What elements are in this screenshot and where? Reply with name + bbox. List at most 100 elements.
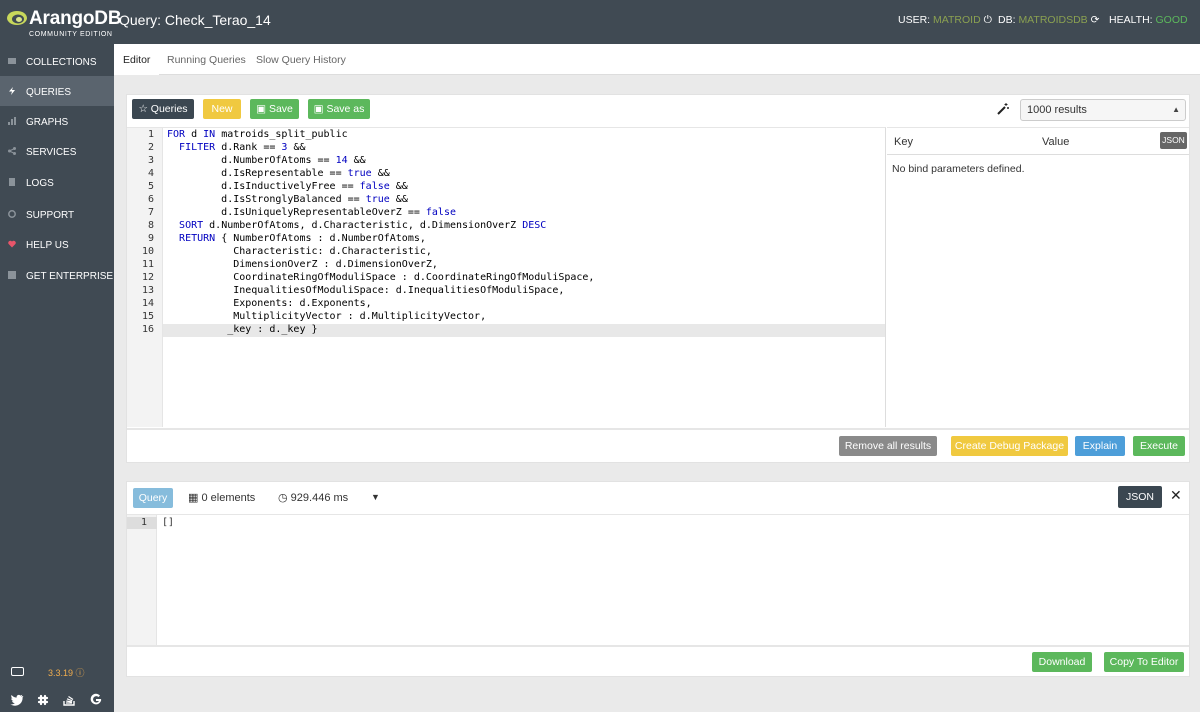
- query-actions-bar: Remove all results Create Debug Package …: [127, 428, 1189, 462]
- line-number: 13: [141, 285, 154, 296]
- code-line[interactable]: RETURN { NumberOfAtoms : d.NumberOfAtoms…: [167, 233, 887, 246]
- result-json-button[interactable]: JSON: [1118, 486, 1162, 508]
- value-column-header: Value: [1042, 136, 1070, 148]
- user-status[interactable]: USER: MATROID ⏻: [898, 14, 992, 27]
- line-number: 9: [147, 233, 154, 244]
- line-number: 11: [141, 259, 154, 270]
- key-column-header: Key: [894, 136, 913, 148]
- line-number: 7: [147, 207, 154, 218]
- bolt-icon: [9, 87, 15, 95]
- avocado-logo-icon: [7, 11, 27, 25]
- download-button[interactable]: Download: [1032, 652, 1092, 672]
- brand-name: ArangoDB: [29, 8, 122, 29]
- page-title: Query: Check_Terao_14: [119, 12, 271, 28]
- bind-parameters-panel: Key Value JSON No bind parameters define…: [887, 127, 1189, 427]
- line-number: 4: [147, 168, 154, 179]
- share-icon: [8, 147, 16, 155]
- code-line[interactable]: d.NumberOfAtoms == 14 &&: [167, 155, 887, 168]
- query-editor[interactable]: 1 2 3 4 5 6 7 8 9 10 11 12 13 14 15 16 FOR d IN matroid…: [127, 127, 886, 427]
- sidebar-item-support[interactable]: SUPPORT: [0, 199, 114, 229]
- result-line-number: 1: [141, 517, 148, 528]
- line-number: 10: [141, 246, 154, 257]
- health-status: HEALTH: GOOD: [1109, 14, 1188, 26]
- line-number-gutter: 1 2 3 4 5 6 7 8 9 10 11 12 13 14 15 16: [127, 128, 163, 427]
- code-line[interactable]: d.IsInductivelyFree == false &&: [167, 181, 887, 194]
- sidebar-item-queries[interactable]: QUERIES: [0, 76, 114, 106]
- save-as-button[interactable]: ▣ Save as: [308, 99, 370, 119]
- code-line[interactable]: d.IsRepresentable == true &&: [167, 168, 887, 181]
- star-icon: ☆: [138, 103, 148, 115]
- line-number: 12: [141, 272, 154, 283]
- code-area[interactable]: FOR d IN matroids_split_public FILTER d.…: [163, 128, 887, 427]
- code-line[interactable]: MultiplicityVector : d.MultiplicityVecto…: [167, 311, 887, 324]
- tab-editor[interactable]: Editor: [123, 54, 150, 66]
- version-label[interactable]: 3.3.19 ⓘ: [48, 666, 85, 679]
- tab-bar: Editor Running Queries Slow Query Histor…: [114, 44, 1200, 75]
- line-number: 5: [147, 181, 154, 192]
- copy-to-editor-button[interactable]: Copy To Editor: [1104, 652, 1184, 672]
- line-number: 15: [141, 311, 154, 322]
- info-icon: ⓘ: [75, 668, 85, 678]
- bind-parameters-header: Key Value JSON: [887, 128, 1189, 155]
- health-value: GOOD: [1155, 14, 1188, 26]
- arangodb-logo[interactable]: ArangoDB COMMUNITY EDITION: [6, 7, 122, 39]
- line-number: 1: [147, 129, 154, 140]
- slack-icon[interactable]: [36, 693, 50, 707]
- result-editor[interactable]: 1 []: [127, 514, 1189, 645]
- db-name: MATROIDSDB: [1018, 14, 1088, 26]
- graph-icon: [8, 117, 16, 125]
- twitter-icon[interactable]: [10, 693, 24, 707]
- sidebar-item-services[interactable]: SERVICES: [0, 136, 114, 166]
- code-line[interactable]: Exponents: d.Exponents,: [167, 298, 887, 311]
- results-limit-select[interactable]: 1000 results ▲: [1020, 99, 1186, 121]
- line-number: 14: [141, 298, 154, 309]
- folder-icon: [8, 58, 16, 64]
- code-line[interactable]: Characteristic: d.Characteristic,: [167, 246, 887, 259]
- sidebar-item-logs[interactable]: LOGS: [0, 167, 114, 197]
- magic-wand-icon[interactable]: [997, 103, 1009, 115]
- sidebar-item-collections[interactable]: COLLECTIONS: [0, 46, 114, 76]
- result-actions-bar: Download Copy To Editor: [127, 645, 1189, 676]
- code-line[interactable]: CoordinateRingOfModuliSpace : d.Coordina…: [167, 272, 887, 285]
- clock-icon: ◷: [278, 492, 288, 504]
- create-debug-package-button[interactable]: Create Debug Package: [951, 436, 1068, 456]
- code-line[interactable]: d.IsUniquelyRepresentableOverZ == false: [167, 207, 887, 220]
- save-button[interactable]: ▣ Save: [250, 99, 299, 119]
- user-name: MATROID: [933, 14, 981, 26]
- tab-running-queries[interactable]: Running Queries: [167, 54, 246, 66]
- sidebar-item-get-enterprise[interactable]: GET ENTERPRISE: [0, 260, 114, 290]
- line-number: 2: [147, 142, 154, 153]
- result-content: []: [162, 517, 175, 528]
- code-line[interactable]: DimensionOverZ : d.DimensionOverZ,: [167, 259, 887, 272]
- line-number: 6: [147, 194, 154, 205]
- sidebar-item-graphs[interactable]: GRAPHS: [0, 106, 114, 136]
- code-line[interactable]: InequalitiesOfModuliSpace: d.Inequalitie…: [167, 285, 887, 298]
- file-icon: [9, 178, 15, 186]
- code-line[interactable]: FOR d IN matroids_split_public: [167, 129, 887, 142]
- no-bind-parameters-text: No bind parameters defined.: [892, 163, 1025, 175]
- line-number: 8: [147, 220, 154, 231]
- explain-button[interactable]: Explain: [1075, 436, 1125, 456]
- remove-all-results-button[interactable]: Remove all results: [839, 436, 937, 456]
- heart-icon: [8, 240, 16, 248]
- code-line[interactable]: d.IsStronglyBalanced == true &&: [167, 194, 887, 207]
- code-line[interactable]: SORT d.NumberOfAtoms, d.Characteristic, …: [167, 220, 887, 233]
- caret-down-icon[interactable]: ▼: [371, 492, 380, 502]
- stackoverflow-icon[interactable]: [62, 693, 76, 707]
- power-icon: ⏻: [983, 14, 992, 26]
- new-query-button[interactable]: New: [203, 99, 241, 119]
- close-icon[interactable]: ✕: [1170, 487, 1182, 504]
- code-line[interactable]: _key : d._key }: [163, 324, 885, 337]
- db-status[interactable]: DB: MATROIDSDB ⟳: [998, 14, 1099, 26]
- sidebar-item-help-us[interactable]: HELP US: [0, 229, 114, 259]
- result-type-badge: Query: [133, 488, 173, 508]
- bind-json-button[interactable]: JSON: [1160, 132, 1187, 149]
- tab-slow-query-history[interactable]: Slow Query History: [256, 54, 346, 66]
- execution-time: ◷ 929.446 ms: [278, 492, 349, 504]
- google-icon[interactable]: [89, 693, 103, 707]
- code-line[interactable]: FILTER d.Rank == 3 &&: [167, 142, 887, 155]
- refresh-icon: ⟳: [1090, 14, 1100, 26]
- queries-button[interactable]: ☆ Queries: [132, 99, 194, 119]
- keyboard-icon[interactable]: [11, 667, 24, 676]
- execute-button[interactable]: Execute: [1133, 436, 1185, 456]
